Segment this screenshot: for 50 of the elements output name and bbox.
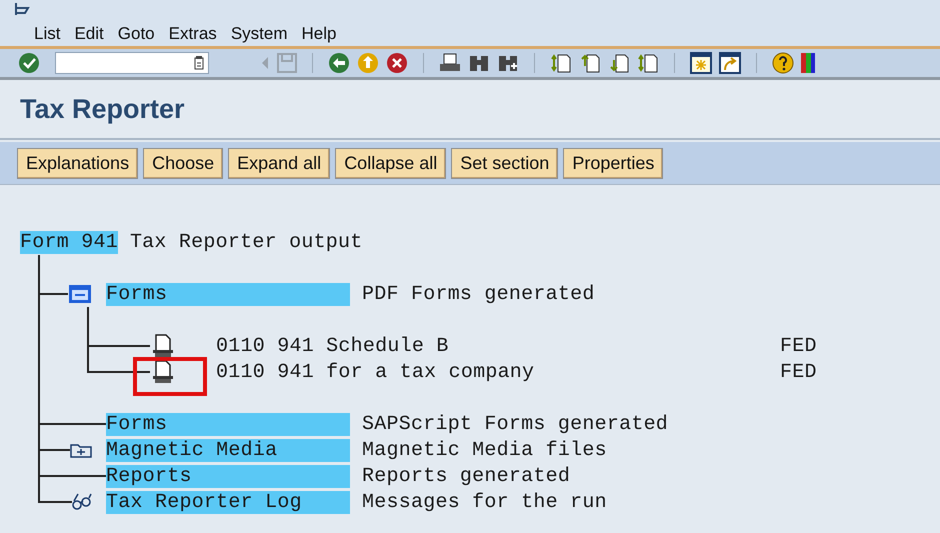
- toolbar-button[interactable]: Expand all: [228, 148, 330, 178]
- menu-item[interactable]: System: [230, 24, 288, 44]
- root-label[interactable]: Form 941: [20, 230, 118, 254]
- node-description: Reports generated: [362, 464, 570, 488]
- node-label[interactable]: 0110 941 for a tax company: [216, 360, 780, 384]
- node-description: Messages for the run: [362, 490, 607, 514]
- shortcut-icon[interactable]: [719, 52, 741, 74]
- folder-plus-icon[interactable]: [70, 442, 92, 458]
- region-code: FED: [780, 360, 817, 384]
- region-code: FED: [780, 334, 817, 358]
- new-window-icon[interactable]: [690, 52, 712, 74]
- print-icon[interactable]: [439, 53, 461, 73]
- toolbar-button[interactable]: Collapse all: [335, 148, 446, 178]
- document-icon: [150, 360, 176, 384]
- system-menu-icon[interactable]: [14, 2, 30, 16]
- node-label[interactable]: Forms: [106, 282, 350, 306]
- menu-item[interactable]: Edit: [74, 24, 104, 44]
- folder-minus-icon[interactable]: [68, 284, 92, 304]
- enter-icon[interactable]: [18, 52, 40, 74]
- node-label[interactable]: Reports: [106, 464, 350, 488]
- root-description: Tax Reporter output: [130, 230, 363, 254]
- page-arrow-icon[interactable]: [608, 53, 630, 73]
- toolbar-button[interactable]: Choose: [143, 148, 224, 178]
- layout-icon[interactable]: [801, 52, 815, 74]
- node-description: Magnetic Media files: [362, 438, 607, 462]
- menu-item[interactable]: Goto: [118, 24, 155, 44]
- node-label[interactable]: Tax Reporter Log: [106, 490, 350, 514]
- page-arrow-icon[interactable]: [550, 53, 572, 73]
- node-label[interactable]: Magnetic Media: [106, 438, 350, 462]
- node-description: PDF Forms generated: [362, 282, 595, 306]
- node-description: SAPScript Forms generated: [362, 412, 668, 436]
- cancel-icon[interactable]: [386, 52, 408, 74]
- command-field[interactable]: [55, 52, 209, 74]
- help-icon[interactable]: [772, 52, 794, 74]
- page-arrow-icon[interactable]: [637, 53, 659, 73]
- binoculars-plus-icon[interactable]: [497, 53, 519, 73]
- node-label[interactable]: 0110 941 Schedule B: [216, 334, 780, 358]
- toolbar-button[interactable]: Properties: [563, 148, 664, 178]
- history-icon[interactable]: [194, 56, 204, 70]
- menu-item[interactable]: List: [34, 24, 60, 44]
- page-arrow-icon[interactable]: [579, 53, 601, 73]
- back-icon[interactable]: [328, 52, 350, 74]
- toolbar-button[interactable]: Set section: [451, 148, 558, 178]
- node-label[interactable]: Forms: [106, 412, 350, 436]
- binoculars-icon[interactable]: [468, 53, 490, 73]
- menu-item[interactable]: Extras: [168, 24, 217, 44]
- toolbar-button[interactable]: Explanations: [17, 148, 138, 178]
- menu-item[interactable]: Help: [302, 24, 336, 44]
- document-icon: [150, 334, 176, 358]
- glasses-icon: [72, 493, 92, 511]
